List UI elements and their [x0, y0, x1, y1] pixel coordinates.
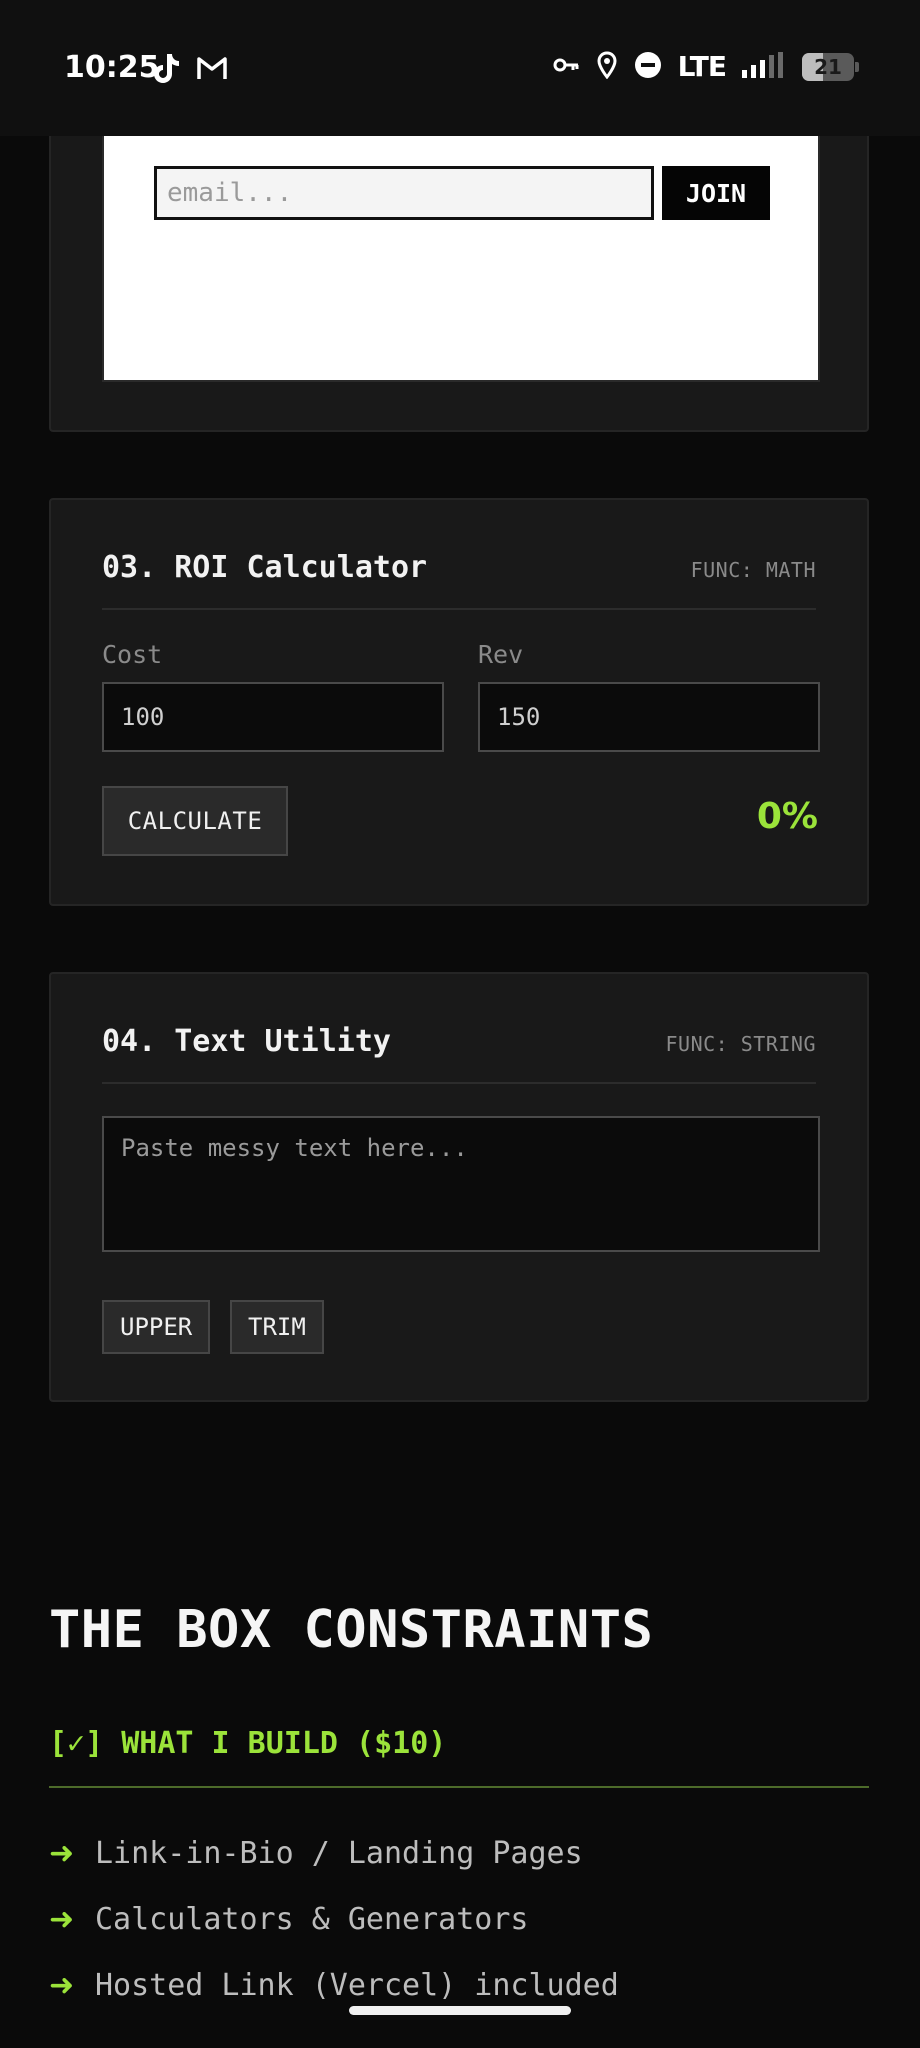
location-icon: [596, 50, 618, 83]
rev-label: Rev: [478, 640, 524, 669]
status-bar: 10:25 LTE 21: [0, 0, 920, 136]
home-indicator[interactable]: [349, 2006, 571, 2015]
list-item-text: Link-in-Bio / Landing Pages: [95, 1835, 583, 1871]
battery-level: 21: [814, 54, 842, 79]
text-input[interactable]: [102, 1116, 820, 1252]
list-item-text: Hosted Link (Vercel) included: [95, 1967, 619, 2003]
text-utility-header: 04. Text Utility FUNC: STRING: [102, 1022, 816, 1084]
vpn-key-icon: [552, 55, 580, 79]
cost-label: Cost: [102, 640, 163, 669]
constraints-title: THE BOX CONSTRAINTS: [49, 1600, 654, 1660]
build-heading: [✓] WHAT I BUILD ($10): [49, 1726, 869, 1788]
dnd-icon: [634, 51, 662, 83]
notification-icons: [150, 52, 228, 88]
list-item: ➜ Link-in-Bio / Landing Pages: [49, 1820, 619, 1886]
text-utility-card: 04. Text Utility FUNC: STRING UPPER TRIM: [49, 972, 869, 1402]
network-type: LTE: [677, 50, 727, 83]
gmail-icon: [196, 55, 228, 85]
roi-calculator-func-tag: FUNC: MATH: [690, 558, 816, 582]
build-list: ➜ Link-in-Bio / Landing Pages ➜ Calculat…: [49, 1820, 619, 2018]
calculate-button[interactable]: CALCULATE: [102, 786, 288, 856]
cost-input[interactable]: [102, 682, 444, 752]
arrow-right-icon: ➜: [49, 1835, 75, 1871]
system-icons: LTE 21: [552, 50, 859, 83]
join-button[interactable]: JOIN: [662, 166, 770, 220]
roi-result: 0%: [756, 796, 818, 837]
trim-button[interactable]: TRIM: [230, 1300, 324, 1354]
newsletter-preview: JOIN: [102, 102, 820, 382]
upper-button[interactable]: UPPER: [102, 1300, 211, 1354]
rev-input[interactable]: [478, 682, 820, 752]
text-utility-func-tag: FUNC: STRING: [665, 1032, 816, 1056]
text-utility-title: 04. Text Utility: [102, 1024, 391, 1059]
arrow-right-icon: ➜: [49, 1967, 75, 2003]
arrow-right-icon: ➜: [49, 1901, 75, 1937]
tiktok-icon: [150, 52, 180, 88]
email-input[interactable]: [154, 166, 654, 220]
roi-calculator-title: 03. ROI Calculator: [102, 550, 428, 585]
battery-icon: 21: [802, 52, 859, 81]
status-time: 10:25: [64, 50, 160, 85]
signal-icon: [742, 51, 786, 82]
roi-calculator-card: 03. ROI Calculator FUNC: MATH Cost Rev C…: [49, 498, 869, 906]
newsletter-card: JOIN: [49, 100, 869, 432]
list-item-text: Calculators & Generators: [95, 1901, 529, 1937]
list-item: ➜ Calculators & Generators: [49, 1886, 619, 1952]
roi-calculator-header: 03. ROI Calculator FUNC: MATH: [102, 548, 816, 610]
